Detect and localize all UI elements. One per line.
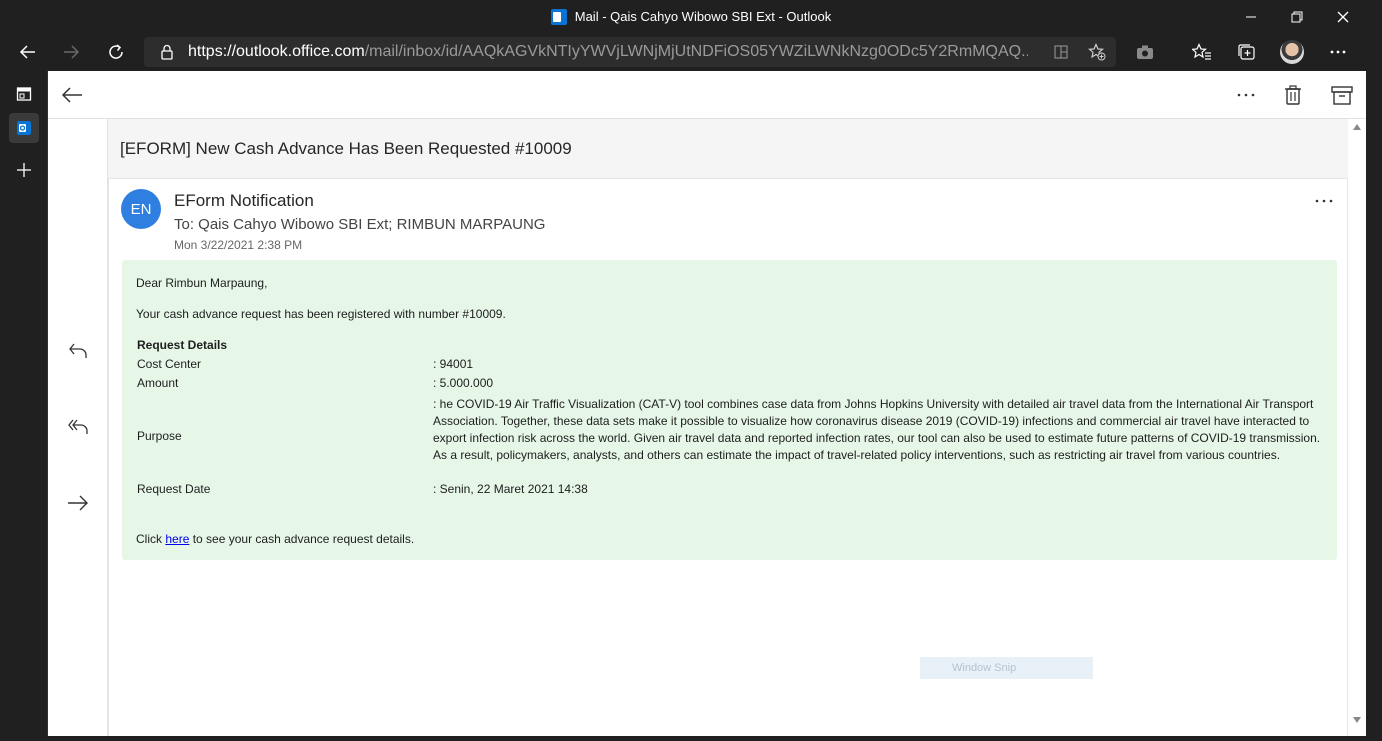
camera-icon — [1137, 45, 1153, 59]
footer-post: to see your cash advance request details… — [189, 532, 415, 546]
star-add-icon — [1088, 43, 1106, 61]
tab-icon — [16, 87, 32, 101]
back-arrow-icon — [19, 45, 35, 59]
window-snip-overlay: Window Snip — [920, 657, 1093, 679]
mail-toolbar — [48, 71, 1366, 119]
close-icon — [1337, 11, 1349, 22]
app-available-button[interactable] — [1046, 37, 1076, 67]
request-date-label: Request Date — [137, 482, 211, 496]
back-to-inbox-button[interactable] — [57, 80, 87, 110]
purpose-value: : he COVID-19 Air Traffic Visualization … — [433, 397, 1321, 462]
more-dots-icon — [1237, 93, 1255, 97]
intro-text: Your cash advance request has been regis… — [136, 307, 506, 321]
back-arrow-icon — [61, 87, 82, 103]
forward-arrow-icon — [64, 45, 80, 59]
minimize-icon — [1246, 16, 1256, 17]
more-dots-icon — [1330, 50, 1346, 54]
collections-button[interactable] — [1231, 37, 1261, 67]
plus-icon — [17, 163, 31, 177]
cost-center-label: Cost Center — [137, 357, 202, 371]
reply-button[interactable] — [63, 336, 93, 366]
profile-avatar[interactable] — [1280, 40, 1304, 64]
apps-icon — [1054, 45, 1068, 59]
footer-pre: Click — [136, 532, 166, 546]
outlook-icon — [550, 8, 567, 25]
add-tab-button[interactable] — [9, 155, 39, 185]
trash-icon — [1285, 85, 1301, 105]
restore-button[interactable] — [1274, 0, 1320, 33]
outlook-tab-button[interactable] — [9, 113, 39, 143]
collections-icon — [1238, 44, 1255, 60]
message-subject: [EFORM] New Cash Advance Has Been Reques… — [120, 139, 572, 158]
outlook-icon — [17, 121, 31, 135]
forward-button[interactable] — [56, 37, 86, 67]
address-bar[interactable]: https://outlook.office.com/mail/inbox/id… — [144, 37, 1116, 67]
favorites-icon — [1192, 43, 1211, 60]
url-host: https://outlook.office.com — [188, 43, 365, 60]
message-more-button[interactable] — [1309, 189, 1339, 213]
archive-button[interactable] — [1327, 80, 1357, 110]
tab-actions-button[interactable] — [9, 79, 39, 109]
cost-center-value: : 94001 — [433, 357, 474, 371]
amount-value: : 5.000.000 — [433, 376, 494, 390]
window-title-bar: Mail - Qais Cahyo Wibowo SBI Ext - Outlo… — [0, 0, 1382, 33]
browser-toolbar: https://outlook.office.com/mail/inbox/id… — [0, 33, 1382, 71]
purpose-label: Purpose — [137, 429, 182, 443]
close-window-button[interactable] — [1320, 0, 1366, 33]
sender-name[interactable]: EForm Notification — [174, 191, 314, 211]
recipients-line[interactable]: To: Qais Cahyo Wibowo SBI Ext; RIMBUN MA… — [174, 216, 545, 233]
restore-icon — [1291, 11, 1303, 22]
reply-icon — [69, 343, 87, 358]
window-title-text: Mail - Qais Cahyo Wibowo SBI Ext - Outlo… — [574, 9, 832, 24]
reply-all-icon — [68, 419, 88, 434]
add-favorite-button[interactable] — [1082, 37, 1112, 67]
scroll-arrows-icon — [1353, 124, 1361, 723]
browser-sidebar — [0, 71, 48, 736]
message-body: Dear Rimbun Marpaung, Your cash advance … — [122, 260, 1337, 560]
window-title: Mail - Qais Cahyo Wibowo SBI Ext - Outlo… — [0, 0, 1382, 33]
details-link[interactable]: here — [165, 532, 189, 546]
footer-text: Click here to see your cash advance requ… — [136, 532, 414, 546]
more-dots-icon — [1315, 199, 1333, 203]
message-card: EN EForm Notification To: Qais Cahyo Wib… — [108, 179, 1348, 736]
url-path: /mail/inbox/id/AAQkAGVkNTIyYWVjLWNjMjUtN… — [364, 43, 1028, 60]
subject-header: [EFORM] New Cash Advance Has Been Reques… — [108, 119, 1348, 179]
refresh-button[interactable] — [101, 37, 131, 67]
greeting: Dear Rimbun Marpaung, — [136, 276, 268, 290]
mail-reading-pane: [EFORM] New Cash Advance Has Been Reques… — [48, 71, 1366, 736]
request-date-value: : Senin, 22 Maret 2021 14:38 — [433, 482, 588, 496]
amount-label: Amount — [137, 376, 179, 390]
reply-all-button[interactable] — [63, 412, 93, 442]
delete-button[interactable] — [1278, 80, 1308, 110]
url-text[interactable]: https://outlook.office.com/mail/inbox/id… — [188, 37, 1028, 67]
message-date: Mon 3/22/2021 2:38 PM — [174, 238, 303, 252]
more-actions-button[interactable] — [1231, 80, 1261, 110]
vertical-scrollbar[interactable] — [1348, 119, 1366, 736]
browser-menu-button[interactable] — [1323, 37, 1353, 67]
minimize-button[interactable] — [1228, 0, 1274, 33]
forward-mail-button[interactable] — [63, 488, 93, 518]
screenshot-button[interactable] — [1130, 37, 1160, 67]
forward-arrow-icon — [68, 495, 88, 511]
details-heading: Request Details — [137, 338, 228, 352]
sender-avatar[interactable]: EN — [121, 189, 161, 229]
quick-actions-column — [48, 119, 108, 736]
refresh-icon — [109, 44, 123, 59]
back-button[interactable] — [13, 37, 43, 67]
favorites-button[interactable] — [1187, 37, 1217, 67]
lock-icon — [161, 44, 173, 60]
archive-icon — [1331, 86, 1353, 105]
